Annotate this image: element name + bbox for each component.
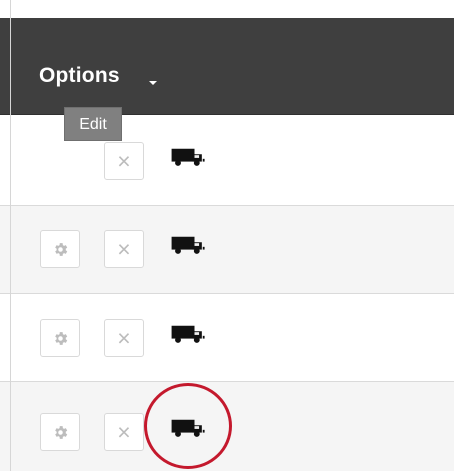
truck-icon [170,146,208,173]
options-label: Options [39,64,120,87]
truck-button[interactable] [166,316,212,356]
close-icon: × [117,235,131,262]
table-row: × [0,206,454,294]
grid-options-area: Options Edit × × × × [0,0,454,471]
settings-button[interactable] [40,319,80,357]
options-dropdown[interactable]: Options [39,65,120,86]
edit-tooltip: Edit [64,107,122,141]
delete-button[interactable]: × [104,413,144,451]
truck-icon [170,323,208,350]
delete-button[interactable]: × [104,142,144,180]
table-header: Options [0,18,454,115]
truck-icon [170,234,208,261]
gear-icon [41,320,79,356]
edit-tooltip-label: Edit [79,116,107,133]
gear-icon [41,231,79,267]
truck-button[interactable] [166,227,212,267]
close-icon: × [117,147,131,174]
settings-button[interactable] [40,230,80,268]
settings-button[interactable] [40,413,80,451]
truck-button[interactable] [166,139,212,179]
gear-icon [41,414,79,450]
close-icon: × [117,418,131,445]
left-border [10,0,11,471]
delete-button[interactable]: × [104,319,144,357]
table-row: × [0,294,454,382]
delete-button[interactable]: × [104,230,144,268]
highlight-circle [144,383,232,469]
close-icon: × [117,324,131,351]
chevron-down-icon[interactable] [149,81,157,85]
